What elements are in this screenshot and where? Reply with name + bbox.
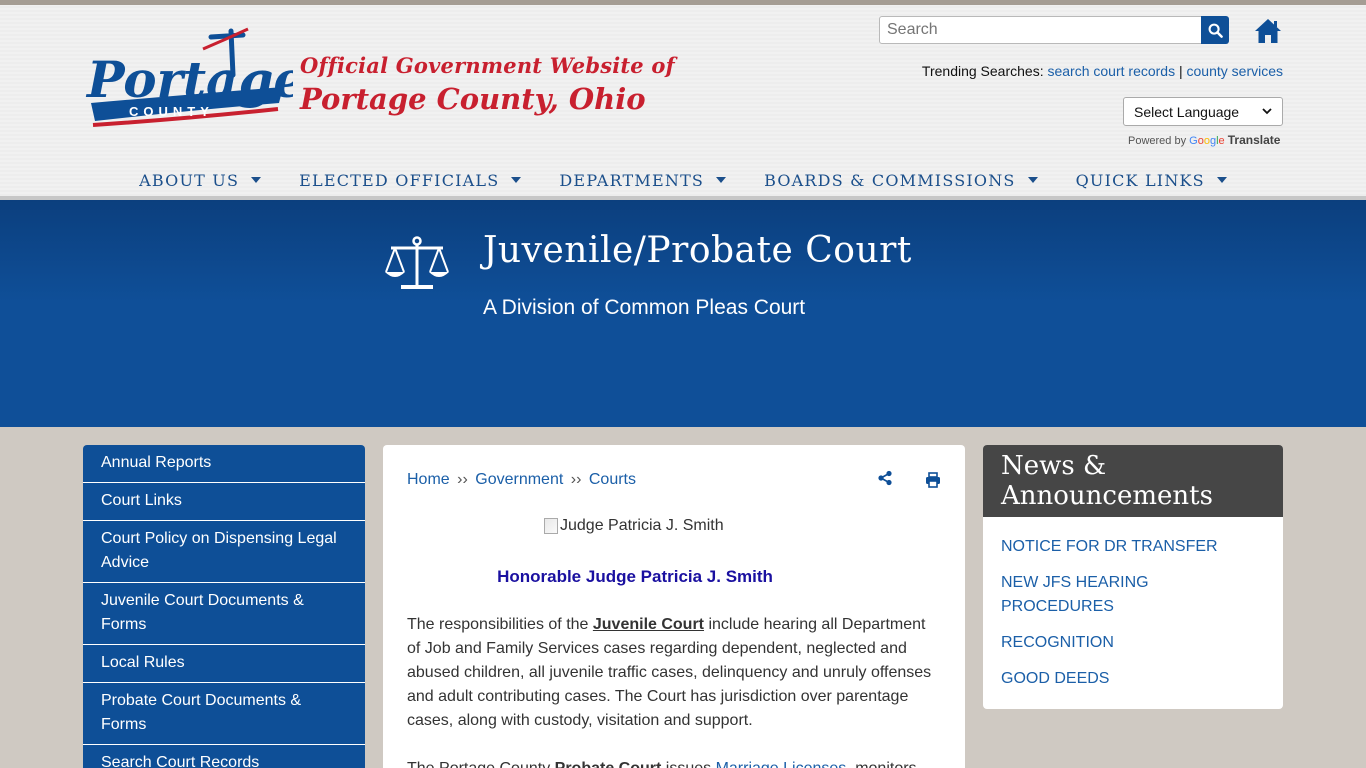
broken-image-icon xyxy=(544,518,558,534)
trending-label: Trending Searches: xyxy=(921,63,1044,79)
sidebar-item-local-rules[interactable]: Local Rules xyxy=(83,645,365,683)
juvenile-court-paragraph: The responsibilities of the Juvenile Cou… xyxy=(407,613,937,733)
news-item-good-deeds[interactable]: GOOD DEEDS xyxy=(1001,667,1265,691)
translate-link[interactable]: Translate xyxy=(1228,133,1281,147)
sidebar-item-legal-advice-policy[interactable]: Court Policy on Dispensing Legal Advice xyxy=(83,521,365,583)
caret-down-icon xyxy=(511,177,522,183)
search-input[interactable] xyxy=(879,16,1202,44)
nav-label: ABOUT US xyxy=(139,170,240,190)
caret-down-icon xyxy=(1216,177,1227,183)
marriage-licenses-link[interactable]: Marriage Licenses xyxy=(716,760,847,768)
page-banner: Juvenile/Probate Court A Division of Com… xyxy=(0,196,1366,427)
news-panel: News & Announcements NOTICE FOR DR TRANS… xyxy=(983,445,1283,709)
news-item-recognition[interactable]: RECOGNITION xyxy=(1001,631,1265,655)
sidebar-nav: Annual Reports Court Links Court Policy … xyxy=(83,445,365,768)
portage-county-logo[interactable]: Portage COUNTY xyxy=(83,25,293,140)
sidebar-item-juvenile-forms[interactable]: Juvenile Court Documents & Forms xyxy=(83,583,365,645)
para-text: issues xyxy=(661,760,715,768)
news-list: NOTICE FOR DR TRANSFER NEW JFS HEARING P… xyxy=(983,517,1283,691)
nav-elected-officials[interactable]: ELECTED OFFICIALS xyxy=(299,165,522,195)
breadcrumb-separator: ›› xyxy=(570,471,582,488)
tagline-line2: Portage County, Ohio xyxy=(300,82,646,116)
breadcrumb-courts[interactable]: Courts xyxy=(589,471,636,488)
page-title: Juvenile/Probate Court xyxy=(483,230,912,271)
nav-label: ELECTED OFFICIALS xyxy=(299,170,500,190)
print-icon[interactable] xyxy=(925,472,941,488)
language-select[interactable]: Select Language xyxy=(1123,97,1283,126)
probate-court-label: Probate Court xyxy=(555,760,662,768)
trending-link-county-services[interactable]: county services xyxy=(1187,63,1283,79)
para-text: The Portage County xyxy=(407,760,555,768)
page-subtitle: A Division of Common Pleas Court xyxy=(483,296,806,319)
probate-court-paragraph: The Portage County Probate Court issues … xyxy=(407,757,937,768)
powered-by-label: Powered by xyxy=(1128,135,1187,147)
main-content: Home ›› Government ›› Courts Judge Patri… xyxy=(383,445,965,768)
nav-boards-commissions[interactable]: BOARDS & COMMISSIONS xyxy=(764,165,1038,195)
caret-down-icon xyxy=(1027,177,1038,183)
home-icon[interactable] xyxy=(1253,17,1283,45)
nav-label: DEPARTMENTS xyxy=(559,170,705,190)
judge-photo: Judge Patricia J. Smith xyxy=(544,517,724,535)
news-item-jfs-hearing[interactable]: NEW JFS HEARING PROCEDURES xyxy=(1001,571,1265,619)
search-button[interactable] xyxy=(1201,16,1229,44)
share-icon[interactable] xyxy=(877,470,893,486)
para-text: , monitors xyxy=(846,760,916,768)
search-icon xyxy=(1208,23,1223,38)
breadcrumb-home[interactable]: Home xyxy=(407,471,450,488)
nav-label: QUICK LINKS xyxy=(1075,170,1205,190)
site-header: Portage COUNTY Official Government Websi… xyxy=(0,5,1366,196)
chevron-down-icon xyxy=(1262,108,1272,115)
trending-separator: | xyxy=(1178,63,1183,79)
nav-about-us[interactable]: ABOUT US xyxy=(139,165,262,195)
judge-photo-alt: Judge Patricia J. Smith xyxy=(560,517,724,534)
caret-down-icon xyxy=(251,177,262,183)
para-text: The responsibilities of the xyxy=(407,616,593,633)
juvenile-court-link[interactable]: Juvenile Court xyxy=(593,616,704,633)
main-nav: ABOUT US ELECTED OFFICIALS DEPARTMENTS B… xyxy=(0,165,1366,195)
svg-text:COUNTY: COUNTY xyxy=(129,104,214,119)
site-search xyxy=(879,16,1229,44)
scales-of-justice-icon xyxy=(385,236,449,289)
trending-searches: Trending Searches: search court records … xyxy=(922,63,1283,79)
nav-label: BOARDS & COMMISSIONS xyxy=(764,170,1016,190)
nav-quick-links[interactable]: QUICK LINKS xyxy=(1076,165,1227,195)
google-translate-credit: Powered by Google Translate xyxy=(1128,133,1280,147)
news-title: News & Announcements xyxy=(983,445,1283,517)
news-item-dr-transfer[interactable]: NOTICE FOR DR TRANSFER xyxy=(1001,535,1265,559)
tagline-line1: Official Government Website of xyxy=(300,53,675,78)
sidebar-item-search-records[interactable]: Search Court Records xyxy=(83,745,365,768)
trending-link-court-records[interactable]: search court records xyxy=(1047,63,1175,79)
language-select-label: Select Language xyxy=(1134,103,1240,120)
nav-departments[interactable]: DEPARTMENTS xyxy=(559,165,727,195)
google-wordmark-icon: Google xyxy=(1189,135,1225,147)
breadcrumb: Home ›› Government ›› Courts xyxy=(407,471,636,489)
judge-heading: Honorable Judge Patricia J. Smith xyxy=(497,567,773,586)
site-tagline: Official Government Website of Portage C… xyxy=(300,53,675,116)
sidebar-item-probate-forms[interactable]: Probate Court Documents & Forms xyxy=(83,683,365,745)
sidebar-item-court-links[interactable]: Court Links xyxy=(83,483,365,521)
sidebar-item-annual-reports[interactable]: Annual Reports xyxy=(83,445,365,483)
breadcrumb-separator: ›› xyxy=(457,471,468,488)
caret-down-icon xyxy=(716,177,727,183)
breadcrumb-government[interactable]: Government xyxy=(475,471,563,488)
